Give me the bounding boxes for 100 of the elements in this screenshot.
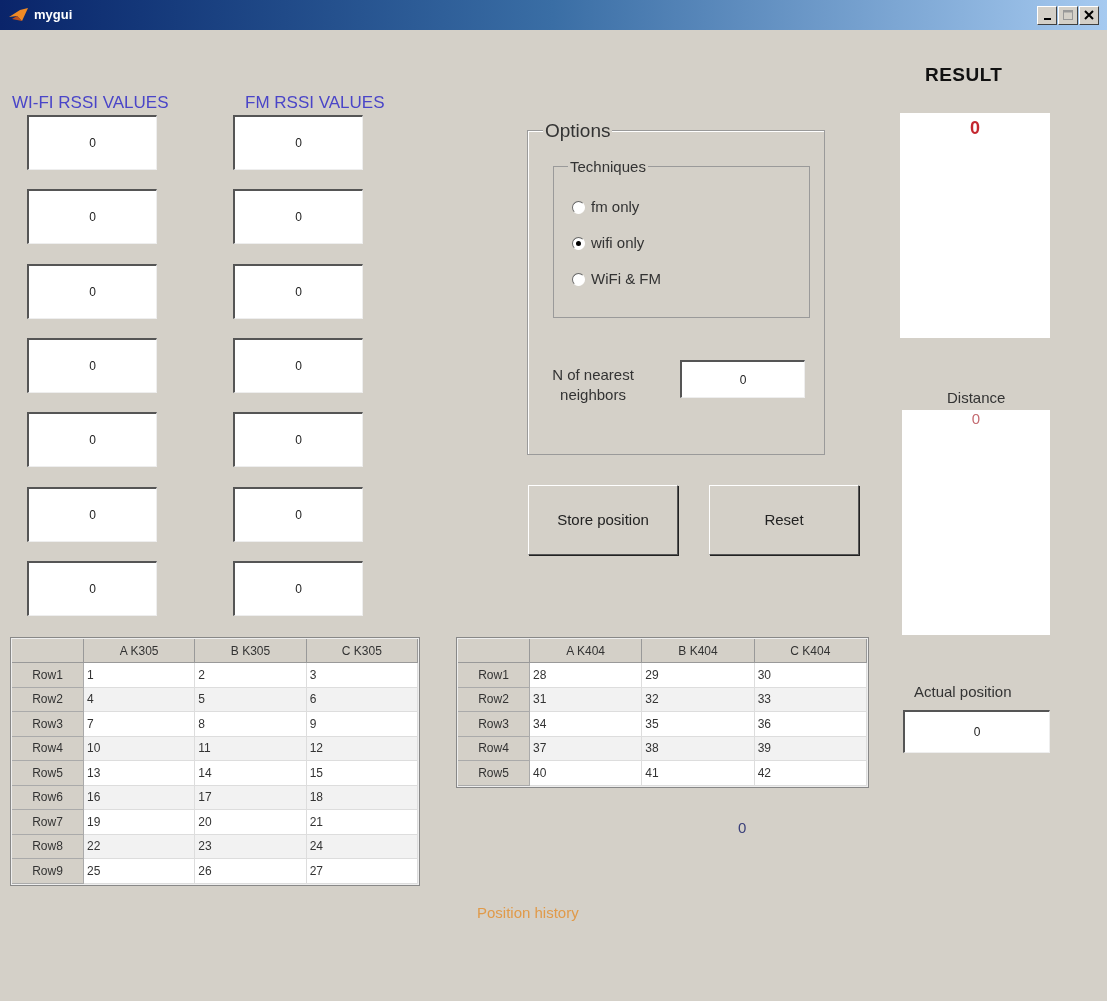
app-icon	[8, 7, 30, 23]
row-header: Row6	[12, 785, 84, 810]
actual-position-label: Actual position	[914, 682, 1012, 702]
fm-rssi-field[interactable]: 0	[233, 263, 363, 319]
maximize-button[interactable]	[1058, 5, 1078, 25]
wifi-rssi-field[interactable]: 0	[27, 560, 157, 616]
row-header: Row1	[458, 663, 530, 688]
options-title: Options	[543, 121, 613, 140]
window-title: mygui	[34, 6, 73, 25]
table-cell: 1	[84, 663, 196, 688]
table-cell: 2	[195, 663, 307, 688]
table-cell: 16	[84, 785, 196, 810]
row-header: Row8	[12, 834, 84, 859]
table-cell: 38	[642, 736, 755, 761]
wifi-rssi-label: WI-FI RSSI VALUES	[12, 92, 169, 114]
fm-rssi-field[interactable]: 0	[233, 412, 363, 468]
neighbors-field[interactable]: 0	[680, 360, 805, 398]
table-cell: 30	[754, 663, 867, 688]
row-header: Row2	[458, 687, 530, 712]
row-header: Row5	[12, 761, 84, 786]
wifi-rssi-field[interactable]: 0	[27, 189, 157, 245]
radio-button[interactable]: fm only	[572, 196, 640, 219]
fm-rssi-field[interactable]: 0	[233, 560, 363, 616]
table-cell: 41	[642, 761, 755, 786]
table-cell: 27	[306, 859, 418, 884]
table-cell: 20	[195, 810, 307, 835]
table-cell: 35	[642, 712, 755, 737]
neighbors-label: N of nearest neighbors	[551, 365, 635, 405]
table-cell: 29	[642, 663, 755, 688]
table-cell: 32	[642, 687, 755, 712]
radio-button[interactable]: wifi only	[572, 232, 645, 255]
table-cell: 36	[754, 712, 867, 737]
table-cell: 9	[306, 712, 418, 737]
distance-value: 0	[971, 410, 981, 429]
table-cell: 31	[530, 687, 643, 712]
table-cell: 5	[195, 687, 307, 712]
close-icon	[1084, 10, 1094, 20]
wifi-rssi-field[interactable]: 0	[27, 115, 157, 170]
row-header: Row3	[458, 712, 530, 737]
fm-rssi-field[interactable]: 0	[233, 486, 363, 542]
column-header: C K305	[306, 639, 418, 663]
table-cell: 25	[84, 859, 196, 884]
wifi-rssi-field[interactable]: 0	[27, 263, 157, 319]
table-cell: 23	[195, 834, 307, 859]
column-header: A K404	[530, 639, 643, 663]
position-history-label: Position history	[477, 903, 579, 923]
row-header: Row9	[12, 859, 84, 884]
table-cell: 6	[306, 687, 418, 712]
row-header: Row5	[458, 761, 530, 786]
minimize-button[interactable]	[1037, 5, 1057, 25]
fm-rssi-label: FM RSSI VALUES	[245, 92, 385, 114]
table-cell: 26	[195, 859, 307, 884]
row-header: Row1	[12, 663, 84, 688]
table-cell: 18	[306, 785, 418, 810]
table-cell: 42	[754, 761, 867, 786]
radio-button[interactable]: WiFi & FM	[572, 268, 661, 291]
row-header: Row4	[458, 736, 530, 761]
result-value: 0	[970, 117, 980, 140]
fm-rssi-field[interactable]: 0	[233, 115, 363, 170]
table-cell: 40	[530, 761, 643, 786]
table-cell: 8	[195, 712, 307, 737]
column-header: B K305	[195, 639, 307, 663]
push-button[interactable]: Reset	[709, 485, 859, 555]
table-cell: 13	[84, 761, 196, 786]
table-cell: 24	[306, 834, 418, 859]
table-cell: 7	[84, 712, 196, 737]
push-button[interactable]: Store position	[528, 485, 678, 555]
wifi-rssi-field[interactable]: 0	[27, 412, 157, 468]
column-header: A K305	[84, 639, 196, 663]
table-cell: 21	[306, 810, 418, 835]
table-cell: 17	[195, 785, 307, 810]
actual-position-field[interactable]: 0	[903, 710, 1050, 753]
fm-rssi-field[interactable]: 0	[233, 337, 363, 393]
table-cell: 3	[306, 663, 418, 688]
table-cell: 37	[530, 736, 643, 761]
close-button[interactable]	[1079, 5, 1099, 25]
column-header: B K404	[642, 639, 755, 663]
table-cell: 11	[195, 736, 307, 761]
table-cell: 4	[84, 687, 196, 712]
table-cell: 15	[306, 761, 418, 786]
fm-rssi-field[interactable]: 0	[233, 189, 363, 245]
wifi-rssi-field[interactable]: 0	[27, 337, 157, 393]
table-cell: 10	[84, 736, 196, 761]
table-cell: 22	[84, 834, 196, 859]
wifi-rssi-field[interactable]: 0	[27, 486, 157, 542]
table-corner	[12, 639, 84, 663]
table-cell: 14	[195, 761, 307, 786]
table-corner	[458, 639, 530, 663]
minimize-icon	[1043, 18, 1051, 20]
techniques-title: Techniques	[568, 159, 648, 174]
result-label: RESULT	[925, 63, 1003, 87]
table-cell: 12	[306, 736, 418, 761]
row-header: Row3	[12, 712, 84, 737]
table-cell: 19	[84, 810, 196, 835]
row-header: Row7	[12, 810, 84, 835]
distance-label: Distance	[947, 388, 1006, 408]
row-header: Row2	[12, 687, 84, 712]
counter-value: 0	[738, 818, 747, 838]
table-cell: 33	[754, 687, 867, 712]
column-header: C K404	[754, 639, 867, 663]
